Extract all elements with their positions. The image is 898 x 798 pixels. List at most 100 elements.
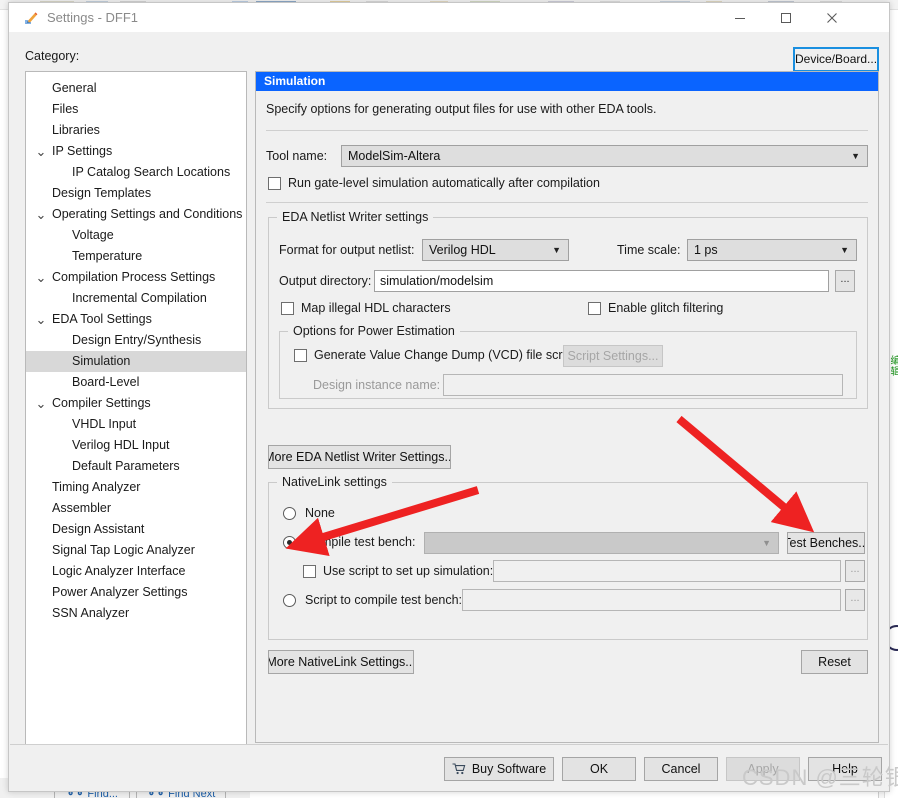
device-board-button[interactable]: Device/Board... (793, 47, 879, 72)
tree-item-verilog-hdl-input[interactable]: Verilog HDL Input (26, 435, 246, 456)
tree-item-vhdl-input[interactable]: VHDL Input (26, 414, 246, 435)
tree-item-label: IP Settings (52, 144, 113, 158)
tree-item-assembler[interactable]: Assembler (26, 498, 246, 519)
tree-item-design-assistant[interactable]: Design Assistant (26, 519, 246, 540)
tree-item-label: Compiler Settings (52, 396, 151, 410)
nativelink-none-radio[interactable] (283, 507, 296, 520)
eda-netlist-writer-group: EDA Netlist Writer settings Format for o… (268, 210, 868, 409)
tree-item-simulation[interactable]: Simulation (26, 351, 246, 372)
tree-item-power-analyzer-settings[interactable]: Power Analyzer Settings (26, 582, 246, 603)
run-gate-level-checkbox[interactable] (268, 177, 281, 190)
compile-test-bench-radio[interactable] (283, 536, 296, 549)
tree-item-compilation-process-settings[interactable]: ⌄ Compilation Process Settings (26, 267, 246, 288)
script-compile-browse-button[interactable]: ... (845, 589, 865, 611)
chevron-down-icon: ▼ (840, 245, 849, 255)
tree-item-label: Signal Tap Logic Analyzer (52, 543, 195, 557)
chevron-down-icon[interactable]: ⌄ (34, 393, 48, 414)
tree-item-ip-settings[interactable]: ⌄ IP Settings (26, 141, 246, 162)
divider-2 (266, 202, 868, 203)
cancel-button[interactable]: Cancel (644, 757, 718, 781)
compile-test-bench-label: Compile test bench: (305, 535, 416, 549)
chevron-down-icon: ▼ (762, 538, 771, 548)
tree-item-incremental-compilation[interactable]: Incremental Compilation (26, 288, 246, 309)
tree-item-eda-tool-settings[interactable]: ⌄ EDA Tool Settings (26, 309, 246, 330)
script-compile-test-bench-input[interactable] (462, 589, 841, 611)
time-scale-value: 1 ps (694, 243, 718, 257)
test-benches-button[interactable]: Test Benches... (787, 532, 865, 554)
category-tree[interactable]: General Files Libraries ⌄ IP Settings IP Cata… (25, 71, 247, 783)
tool-name-combo[interactable]: ModelSim-Altera ▼ (341, 145, 868, 167)
script-settings-button[interactable]: Script Settings... (563, 345, 663, 367)
tree-item-default-parameters[interactable]: Default Parameters (26, 456, 246, 477)
use-script-setup-browse-button[interactable]: ... (845, 560, 865, 582)
apply-button[interactable]: Apply (726, 757, 800, 781)
tree-item-compiler-settings[interactable]: ⌄ Compiler Settings (26, 393, 246, 414)
minimize-button[interactable] (717, 3, 763, 33)
tree-item-libraries[interactable]: Libraries (26, 120, 246, 141)
tree-item-label: Files (52, 102, 79, 116)
pencil-icon (23, 10, 39, 26)
script-compile-test-bench-label: Script to compile test bench: (305, 593, 463, 607)
divider-1 (266, 130, 868, 131)
design-instance-name-input[interactable] (443, 374, 843, 396)
chevron-down-icon[interactable]: ⌄ (34, 204, 48, 225)
format-netlist-combo[interactable]: Verilog HDL ▼ (422, 239, 569, 261)
tree-item-temperature[interactable]: Temperature (26, 246, 246, 267)
tree-item-voltage[interactable]: Voltage (26, 225, 246, 246)
eda-netlist-writer-group-title: EDA Netlist Writer settings (277, 210, 434, 224)
enable-glitch-filtering-label: Enable glitch filtering (608, 301, 724, 315)
nativelink-settings-group: NativeLink settings None Compile test be… (268, 475, 868, 640)
format-netlist-value: Verilog HDL (429, 243, 496, 257)
compile-test-bench-combo[interactable]: ▼ (424, 532, 779, 554)
map-illegal-hdl-checkbox[interactable] (281, 302, 294, 315)
tree-item-general[interactable]: General (26, 78, 246, 99)
tree-item-label: Power Analyzer Settings (52, 585, 188, 599)
tree-item-label: Assembler (52, 501, 112, 515)
tree-item-logic-analyzer-interface[interactable]: Logic Analyzer Interface (26, 561, 246, 582)
tree-item-label: Default Parameters (72, 459, 180, 473)
enable-glitch-filtering-checkbox[interactable] (588, 302, 601, 315)
tree-item-design-templates[interactable]: Design Templates (26, 183, 246, 204)
map-illegal-hdl-label: Map illegal HDL characters (301, 301, 451, 315)
use-script-setup-checkbox[interactable] (303, 565, 316, 578)
tree-item-design-entry-synthesis[interactable]: Design Entry/Synthesis (26, 330, 246, 351)
tree-item-timing-analyzer[interactable]: Timing Analyzer (26, 477, 246, 498)
use-script-setup-input[interactable] (493, 560, 841, 582)
script-compile-test-bench-radio[interactable] (283, 594, 296, 607)
tree-item-label: Logic Analyzer Interface (52, 564, 186, 578)
maximize-button[interactable] (763, 3, 809, 33)
tree-item-files[interactable]: Files (26, 99, 246, 120)
generate-vcd-checkbox[interactable] (294, 349, 307, 362)
chevron-down-icon[interactable]: ⌄ (34, 141, 48, 162)
dialog-footer: Buy Software OK Cancel Apply Help (10, 744, 888, 791)
tree-item-label: Incremental Compilation (72, 291, 207, 305)
tree-item-operating-settings-and-conditions[interactable]: ⌄ Operating Settings and Conditions (26, 204, 246, 225)
chevron-down-icon[interactable]: ⌄ (34, 309, 48, 330)
ok-button[interactable]: OK (562, 757, 636, 781)
power-estimation-group-title: Options for Power Estimation (288, 324, 460, 338)
tree-item-label: Timing Analyzer (52, 480, 141, 494)
tree-item-signal-tap-logic-analyzer[interactable]: Signal Tap Logic Analyzer (26, 540, 246, 561)
tree-item-label: Simulation (72, 354, 131, 368)
output-directory-input[interactable]: simulation/modelsim (374, 270, 829, 292)
help-button[interactable]: Help (808, 757, 882, 781)
reset-button[interactable]: Reset (801, 650, 868, 674)
tree-item-label: Operating Settings and Conditions (52, 207, 243, 221)
dialog-titlebar: Settings - DFF1 (9, 3, 889, 33)
panel-description: Specify options for generating output fi… (266, 102, 657, 116)
generate-vcd-label: Generate Value Change Dump (VCD) file sc… (314, 348, 576, 362)
tree-item-ssn-analyzer[interactable]: SSN Analyzer (26, 603, 246, 624)
screen-root: 编辑 ⚬⚬ Find... ⚬⚬ Find Next Settings - DFF1 (0, 0, 898, 798)
tree-item-label: Voltage (72, 228, 114, 242)
chevron-down-icon[interactable]: ⌄ (34, 267, 48, 288)
tree-item-board-level[interactable]: Board-Level (26, 372, 246, 393)
design-instance-name-label: Design instance name: (313, 378, 441, 392)
close-button[interactable] (809, 3, 855, 33)
more-eda-netlist-writer-settings-button[interactable]: More EDA Netlist Writer Settings... (268, 445, 451, 469)
output-directory-browse-button[interactable]: ... (835, 270, 855, 292)
tree-item-label: SSN Analyzer (52, 606, 130, 620)
buy-software-button[interactable]: Buy Software (444, 757, 554, 781)
time-scale-combo[interactable]: 1 ps ▼ (687, 239, 857, 261)
tree-item-ip-catalog-search-locations[interactable]: IP Catalog Search Locations (26, 162, 246, 183)
more-nativelink-settings-button[interactable]: More NativeLink Settings... (268, 650, 414, 674)
